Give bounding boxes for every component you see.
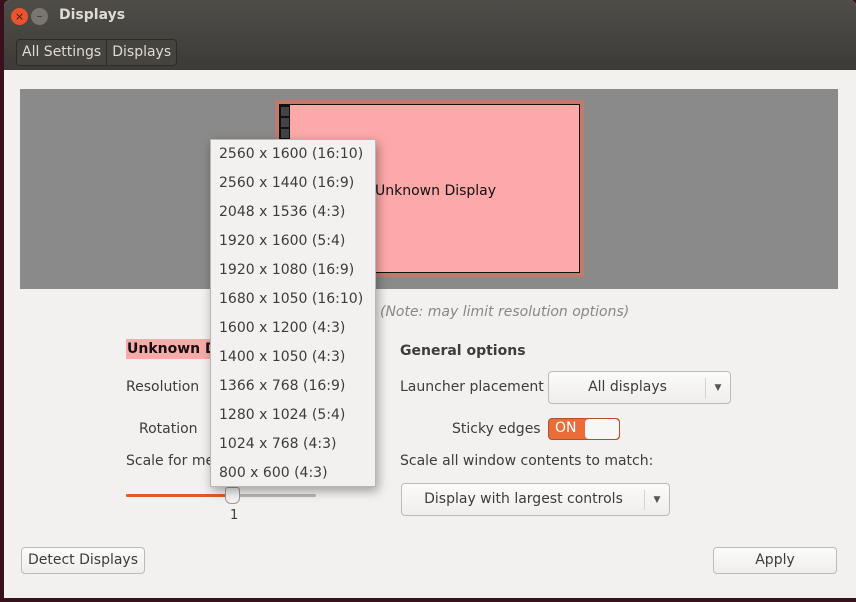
close-icon[interactable]: × (11, 8, 28, 25)
toggle-knob (585, 419, 619, 439)
sticky-edges-toggle[interactable]: ON (548, 418, 620, 440)
apply-button[interactable]: Apply (713, 547, 837, 574)
sticky-edges-label: Sticky edges (452, 421, 541, 437)
display-name: Unknown Display (126, 339, 212, 359)
resolution-note: (Note: may limit resolution options) (380, 304, 630, 320)
chevron-down-icon: ▼ (644, 490, 669, 510)
scale-all-value: Display with largest controls (424, 491, 623, 507)
detect-displays-button[interactable]: Detect Displays (21, 547, 145, 574)
launcher-placement-select[interactable]: All displays ▼ (548, 371, 731, 404)
launcher-placement-label: Launcher placement (400, 379, 544, 395)
resolution-option[interactable]: 1920 x 1600 (5:4) (211, 227, 375, 256)
breadcrumb-all-settings[interactable]: All Settings (17, 40, 106, 65)
titlebar: × – Displays All Settings Displays (4, 0, 856, 70)
resolution-option[interactable]: 1280 x 1024 (5:4) (211, 401, 375, 430)
display-preview-area: Unknown Display (20, 89, 838, 289)
breadcrumb: All Settings Displays (16, 39, 178, 66)
displays-window: × – Displays All Settings Displays Unkno… (4, 0, 856, 598)
scale-slider-fill (126, 494, 233, 497)
scale-all-select[interactable]: Display with largest controls ▼ (401, 483, 670, 516)
scale-value: 1 (230, 508, 239, 523)
launcher-placement-value: All displays (588, 379, 667, 395)
resolution-option[interactable]: 1024 x 768 (4:3) (211, 430, 375, 459)
rotation-label: Rotation (139, 421, 198, 437)
general-options-heading: General options (400, 343, 526, 359)
resolution-label: Resolution (126, 379, 200, 395)
resolution-option[interactable]: 1680 x 1050 (16:10) (211, 285, 375, 314)
toggle-state: ON (555, 420, 577, 436)
resolution-option[interactable]: 1920 x 1080 (16:9) (211, 256, 375, 285)
resolution-dropdown-menu: 2560 x 1600 (16:10) 2560 x 1440 (16:9) 204… (210, 139, 376, 487)
resolution-option[interactable]: 800 x 600 (4:3) (211, 459, 375, 488)
breadcrumb-displays[interactable]: Displays (106, 40, 176, 65)
resolution-option[interactable]: 2560 x 1600 (16:10) (211, 140, 375, 169)
resolution-option[interactable]: 1400 x 1050 (4:3) (211, 343, 375, 372)
scale-slider-handle[interactable] (225, 487, 241, 504)
scale-label: Scale for menu and title bars: (126, 453, 216, 469)
minimize-icon[interactable]: – (31, 8, 48, 25)
resolution-option[interactable]: 1366 x 768 (16:9) (211, 372, 375, 401)
resolution-option[interactable]: 2048 x 1536 (4:3) (211, 198, 375, 227)
window-title: Displays (59, 7, 126, 23)
chevron-down-icon: ▼ (705, 378, 730, 398)
scale-all-label: Scale all window contents to match: (400, 453, 654, 469)
monitor-label: Unknown Display (375, 183, 497, 199)
resolution-option[interactable]: 1600 x 1200 (4:3) (211, 314, 375, 343)
resolution-option[interactable]: 2560 x 1440 (16:9) (211, 169, 375, 198)
